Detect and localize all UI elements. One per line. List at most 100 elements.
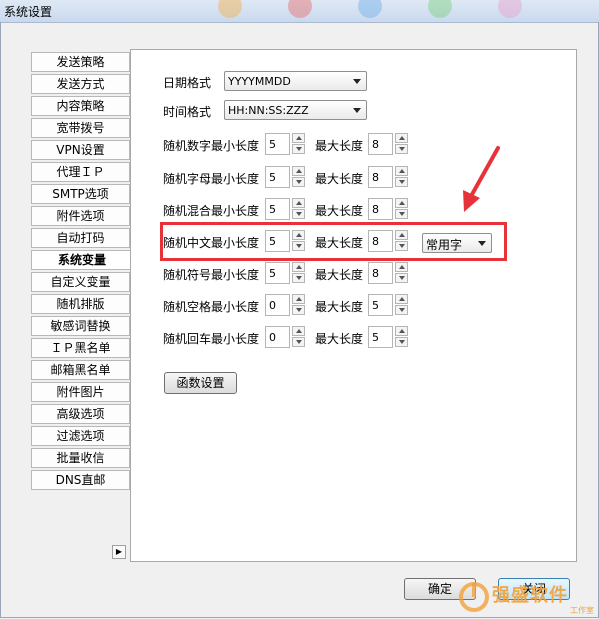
tab-item[interactable]: 批量收信 [31,448,130,468]
spin-up-icon[interactable] [292,198,305,208]
tab-item[interactable]: 发送方式 [31,74,130,94]
chevron-down-icon [353,108,361,113]
max-length-label: 最大长度 [315,204,364,218]
min-length-spinner[interactable]: 5 [265,262,308,284]
date-format-value: YYYYMMDD [228,75,291,88]
max-length-spinner[interactable]: 8 [368,198,411,220]
highlight-box [160,222,507,261]
max-length-spinner[interactable]: 8 [368,133,411,155]
tab-item[interactable]: SMTP选项 [31,184,130,204]
time-format-select[interactable]: HH:NN:SS:ZZZ [224,100,367,120]
max-length-label: 最大长度 [315,268,364,282]
time-format-value: HH:NN:SS:ZZZ [228,104,309,117]
tab-item[interactable]: 附件选项 [31,206,130,226]
min-length-spinner[interactable]: 5 [265,166,308,188]
tab-item[interactable]: 附件图片 [31,382,130,402]
spin-value-box[interactable]: 8 [368,262,393,284]
spin-up-icon[interactable] [292,166,305,176]
spin-value-box[interactable]: 8 [368,198,393,220]
spin-value-box[interactable]: 5 [265,133,290,155]
max-length-spinner[interactable]: 8 [368,262,411,284]
spin-down-icon[interactable] [395,305,408,315]
spin-value: 0 [269,299,276,312]
watermark-logo: 强盛软件 工作室 [452,577,598,617]
tab-item[interactable]: 随机排版 [31,294,130,314]
spin-down-icon[interactable] [292,305,305,315]
spin-value-box[interactable]: 5 [265,198,290,220]
spin-down-icon[interactable] [292,273,305,283]
title-bar: 系统设置 [0,0,599,23]
tab-item[interactable]: 邮箱黑名单 [31,360,130,380]
tab-item[interactable]: 宽带拨号 [31,118,130,138]
tab-item[interactable]: 发送策略 [31,52,130,72]
spin-value-box[interactable]: 0 [265,294,290,316]
spin-down-icon[interactable] [292,337,305,347]
spin-value: 5 [269,171,276,184]
pointer-arrow-icon [463,146,500,212]
tab-item[interactable]: 过滤选项 [31,426,130,446]
spin-up-icon[interactable] [395,166,408,176]
max-length-spinner[interactable]: 5 [368,294,411,316]
max-length-spinner[interactable]: 8 [368,166,411,188]
tab-item[interactable]: 内容策略 [31,96,130,116]
row-label: 随机空格最小长度 [163,300,260,314]
spin-down-icon[interactable] [395,144,408,154]
spin-down-icon[interactable] [292,209,305,219]
spin-up-icon[interactable] [395,262,408,272]
tab-item[interactable]: VPN设置 [31,140,130,160]
min-length-spinner[interactable]: 5 [265,198,308,220]
row-label: 随机字母最小长度 [163,172,260,186]
max-length-label: 最大长度 [315,332,364,346]
row-label: 随机数字最小长度 [163,139,260,153]
spin-up-icon[interactable] [395,133,408,143]
spin-value-box[interactable]: 8 [368,133,393,155]
tab-item[interactable]: 自定义变量 [31,272,130,292]
spin-value: 5 [269,203,276,216]
spin-up-icon[interactable] [395,326,408,336]
tab-item[interactable]: 敏感词替换 [31,316,130,336]
spin-up-icon[interactable] [395,198,408,208]
spin-down-icon[interactable] [395,177,408,187]
row-label: 随机回车最小长度 [163,332,260,346]
function-settings-button[interactable]: 函数设置 [164,372,237,394]
spin-down-icon[interactable] [292,144,305,154]
spin-up-icon[interactable] [395,294,408,304]
spin-value-box[interactable]: 5 [368,294,393,316]
tab-item[interactable]: 代理ＩＰ [31,162,130,182]
spin-down-icon[interactable] [395,273,408,283]
spin-value-box[interactable]: 5 [265,166,290,188]
spin-value-box[interactable]: 5 [265,262,290,284]
spin-down-icon[interactable] [395,209,408,219]
spin-value-box[interactable]: 5 [368,326,393,348]
spin-down-icon[interactable] [292,177,305,187]
watermark-logo-icon [459,582,489,612]
spin-down-icon[interactable] [395,337,408,347]
spin-value: 8 [372,138,379,151]
spin-up-icon[interactable] [292,262,305,272]
background-decoration [218,0,522,18]
max-length-label: 最大长度 [315,139,364,153]
watermark-text: 强盛软件 [492,585,568,606]
spin-value-box[interactable]: 0 [265,326,290,348]
max-length-spinner[interactable]: 5 [368,326,411,348]
tab-item[interactable]: 系统变量 [31,250,132,270]
spin-value-box[interactable]: 8 [368,166,393,188]
spin-up-icon[interactable] [292,294,305,304]
spin-up-icon[interactable] [292,133,305,143]
spin-up-icon[interactable] [292,326,305,336]
tab-item[interactable]: DNS直邮 [31,470,130,490]
spin-value: 8 [372,171,379,184]
tab-scroll-right-icon[interactable]: ▶ [112,545,126,559]
min-length-spinner[interactable]: 0 [265,326,308,348]
chevron-down-icon [353,79,361,84]
min-length-spinner[interactable]: 5 [265,133,308,155]
max-length-label: 最大长度 [315,300,364,314]
tab-item[interactable]: 自动打码 [31,228,130,248]
date-format-label: 日期格式 [163,76,212,90]
tab-item[interactable]: ＩＰ黑名单 [31,338,130,358]
spin-value: 5 [372,331,379,344]
tab-item[interactable]: 高级选项 [31,404,130,424]
spin-value: 8 [372,267,379,280]
date-format-select[interactable]: YYYYMMDD [224,71,367,91]
min-length-spinner[interactable]: 0 [265,294,308,316]
